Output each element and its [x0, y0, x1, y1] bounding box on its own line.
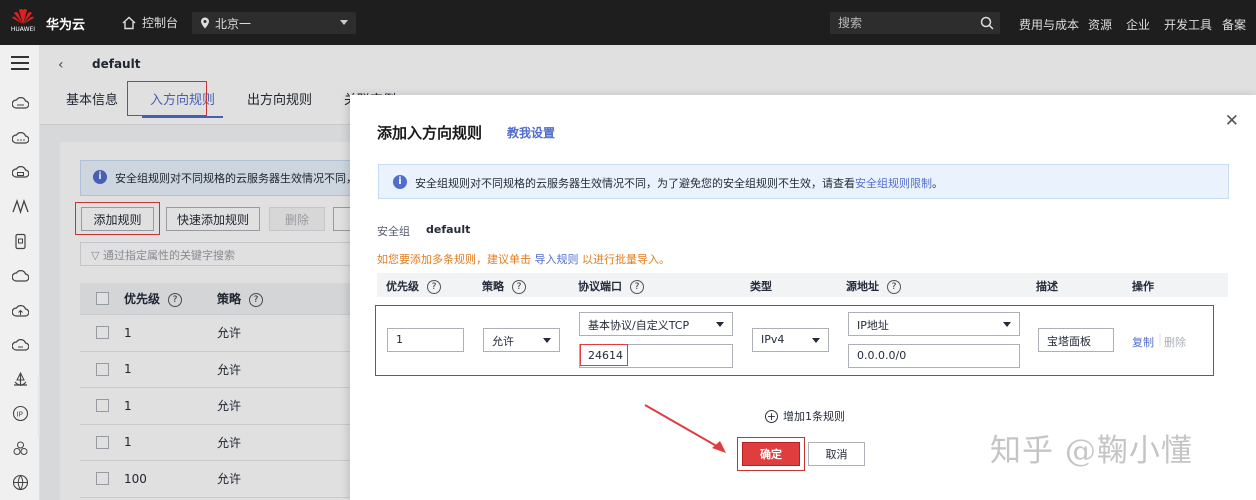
ip-type-select[interactable]: IPv4: [752, 328, 829, 352]
nav-enterprise[interactable]: 企业: [1126, 16, 1150, 33]
search-input[interactable]: 搜索: [830, 12, 1000, 34]
chevron-down-icon: [543, 338, 551, 343]
col-description: 描述: [1036, 280, 1058, 293]
highlight-port: [580, 344, 628, 366]
dialog-info-banner: i 安全组规则对不同规格的云服务器生效情况不同，为了避免您的安全组规则不生效，请…: [378, 164, 1229, 199]
globe-icon[interactable]: [12, 474, 29, 491]
rule-table-header: 优先级? 策略? 协议端口? 类型 源地址? 描述 操作: [377, 273, 1228, 297]
sidebar: IP: [0, 45, 52, 500]
chevron-down-icon: [340, 20, 348, 25]
console-label: 控制台: [142, 16, 179, 30]
annotation-arrow-icon: [644, 404, 726, 453]
dialog-title: 添加入方向规则: [377, 124, 483, 142]
close-icon[interactable]: ✕: [1225, 111, 1239, 131]
col-protocol-label: 协议端口: [578, 280, 622, 293]
phone-icon[interactable]: [12, 233, 29, 250]
chevron-down-icon: [716, 322, 724, 327]
svg-text:IP: IP: [17, 411, 23, 419]
sg-limits-link[interactable]: 安全组规则限制: [855, 177, 932, 190]
col-type: 类型: [750, 280, 772, 293]
col-source-label: 源地址: [846, 280, 879, 293]
source-type-value: IP地址: [857, 319, 889, 332]
watermark: 知乎 @鞠小懂: [990, 433, 1193, 469]
help-icon[interactable]: ?: [427, 280, 441, 294]
anchor-icon[interactable]: [12, 371, 29, 388]
add-one-rule-button[interactable]: + 增加1条规则: [765, 408, 845, 424]
top-bar: HUAWEI 华为云 控制台 北京一 搜索 费用与成本 资源 企业 开发工具 备…: [0, 0, 1256, 45]
cancel-button[interactable]: 取消: [808, 442, 865, 466]
location-icon: [201, 17, 209, 29]
delete-rule-link[interactable]: 删除: [1164, 334, 1186, 350]
help-icon[interactable]: ?: [512, 280, 526, 294]
help-icon[interactable]: ?: [887, 280, 901, 294]
cloud-sync-icon[interactable]: [12, 337, 29, 354]
hint-suffix: 以进行批量导入。: [582, 253, 670, 266]
cloud-upload-icon[interactable]: [12, 303, 29, 320]
cloud-storage-icon[interactable]: [12, 164, 29, 181]
action-divider: |: [1158, 332, 1163, 346]
info-icon: i: [393, 175, 407, 189]
cloud-icon[interactable]: [12, 130, 29, 147]
col-policy-label: 策略: [482, 280, 504, 293]
col-actions: 操作: [1132, 280, 1154, 293]
chevron-down-icon: [1003, 322, 1011, 327]
modal-backdrop[interactable]: [40, 45, 350, 500]
brand-name[interactable]: 华为云: [46, 14, 85, 33]
col-protocol-port: 协议端口?: [578, 278, 644, 294]
description-input[interactable]: 宝塔面板: [1038, 328, 1114, 352]
copy-rule-link[interactable]: 复制: [1132, 334, 1154, 350]
source-type-select[interactable]: IP地址: [848, 312, 1020, 336]
info-prefix: 安全组规则对不同规格的云服务器生效情况不同，为了避免您的安全组规则不生效，请查看: [415, 177, 855, 190]
home-icon: [122, 16, 136, 29]
modal-backdrop-top[interactable]: [350, 45, 1256, 95]
search-placeholder: 搜索: [838, 16, 863, 30]
network-icon[interactable]: [12, 198, 29, 215]
huawei-logo[interactable]: HUAWEI: [6, 6, 40, 40]
import-rules-link[interactable]: 导入规则: [535, 253, 579, 266]
region-label: 北京一: [215, 16, 252, 31]
col-source: 源地址?: [846, 278, 901, 294]
menu-icon[interactable]: [11, 56, 29, 74]
cluster-icon[interactable]: [12, 440, 29, 457]
col-priority: 优先级?: [386, 278, 441, 294]
policy-select[interactable]: 允许: [483, 328, 560, 352]
source-address-input[interactable]: 0.0.0.0/0: [848, 344, 1020, 368]
add-inbound-rule-dialog: 添加入方向规则 教我设置 ✕ i 安全组规则对不同规格的云服务器生效情况不同，为…: [350, 95, 1256, 500]
nav-dev-tools[interactable]: 开发工具: [1164, 16, 1212, 33]
nav-cost[interactable]: 费用与成本: [1019, 16, 1079, 33]
priority-input[interactable]: 1: [387, 328, 464, 352]
col-priority-label: 优先级: [386, 280, 419, 293]
nav-filing[interactable]: 备案: [1222, 16, 1246, 33]
hint-prefix: 如您要添加多条规则，建议单击: [377, 253, 531, 266]
protocol-select[interactable]: 基本协议/自定义TCP: [579, 312, 733, 336]
dialog-info-text: 安全组规则对不同规格的云服务器生效情况不同，为了避免您的安全组规则不生效，请查看…: [415, 175, 943, 190]
ip-icon[interactable]: IP: [12, 405, 29, 422]
nav-resources[interactable]: 资源: [1088, 16, 1112, 33]
col-policy: 策略?: [482, 278, 526, 294]
help-link[interactable]: 教我设置: [507, 124, 555, 141]
bulk-import-hint: 如您要添加多条规则，建议单击 导入规则 以进行批量导入。: [377, 251, 670, 267]
plus-icon: +: [765, 409, 778, 423]
security-group-value: default: [426, 223, 471, 236]
info-suffix: 。: [932, 177, 943, 190]
help-icon[interactable]: ?: [630, 280, 644, 294]
ip-type-value: IPv4: [761, 333, 785, 346]
cloud-outline-icon[interactable]: [12, 268, 29, 285]
add-one-rule-label: 增加1条规则: [783, 410, 845, 423]
cloud-server-icon[interactable]: [12, 95, 29, 112]
protocol-value: 基本协议/自定义TCP: [588, 319, 690, 332]
chevron-down-icon: [812, 338, 820, 343]
security-group-label: 安全组: [377, 225, 410, 238]
region-select[interactable]: 北京一: [192, 12, 356, 34]
confirm-button[interactable]: 确定: [742, 442, 800, 466]
policy-value: 允许: [492, 335, 514, 348]
search-icon[interactable]: [980, 16, 994, 30]
console-link[interactable]: 控制台: [122, 14, 178, 31]
logo-text: HUAWEI: [10, 26, 36, 33]
